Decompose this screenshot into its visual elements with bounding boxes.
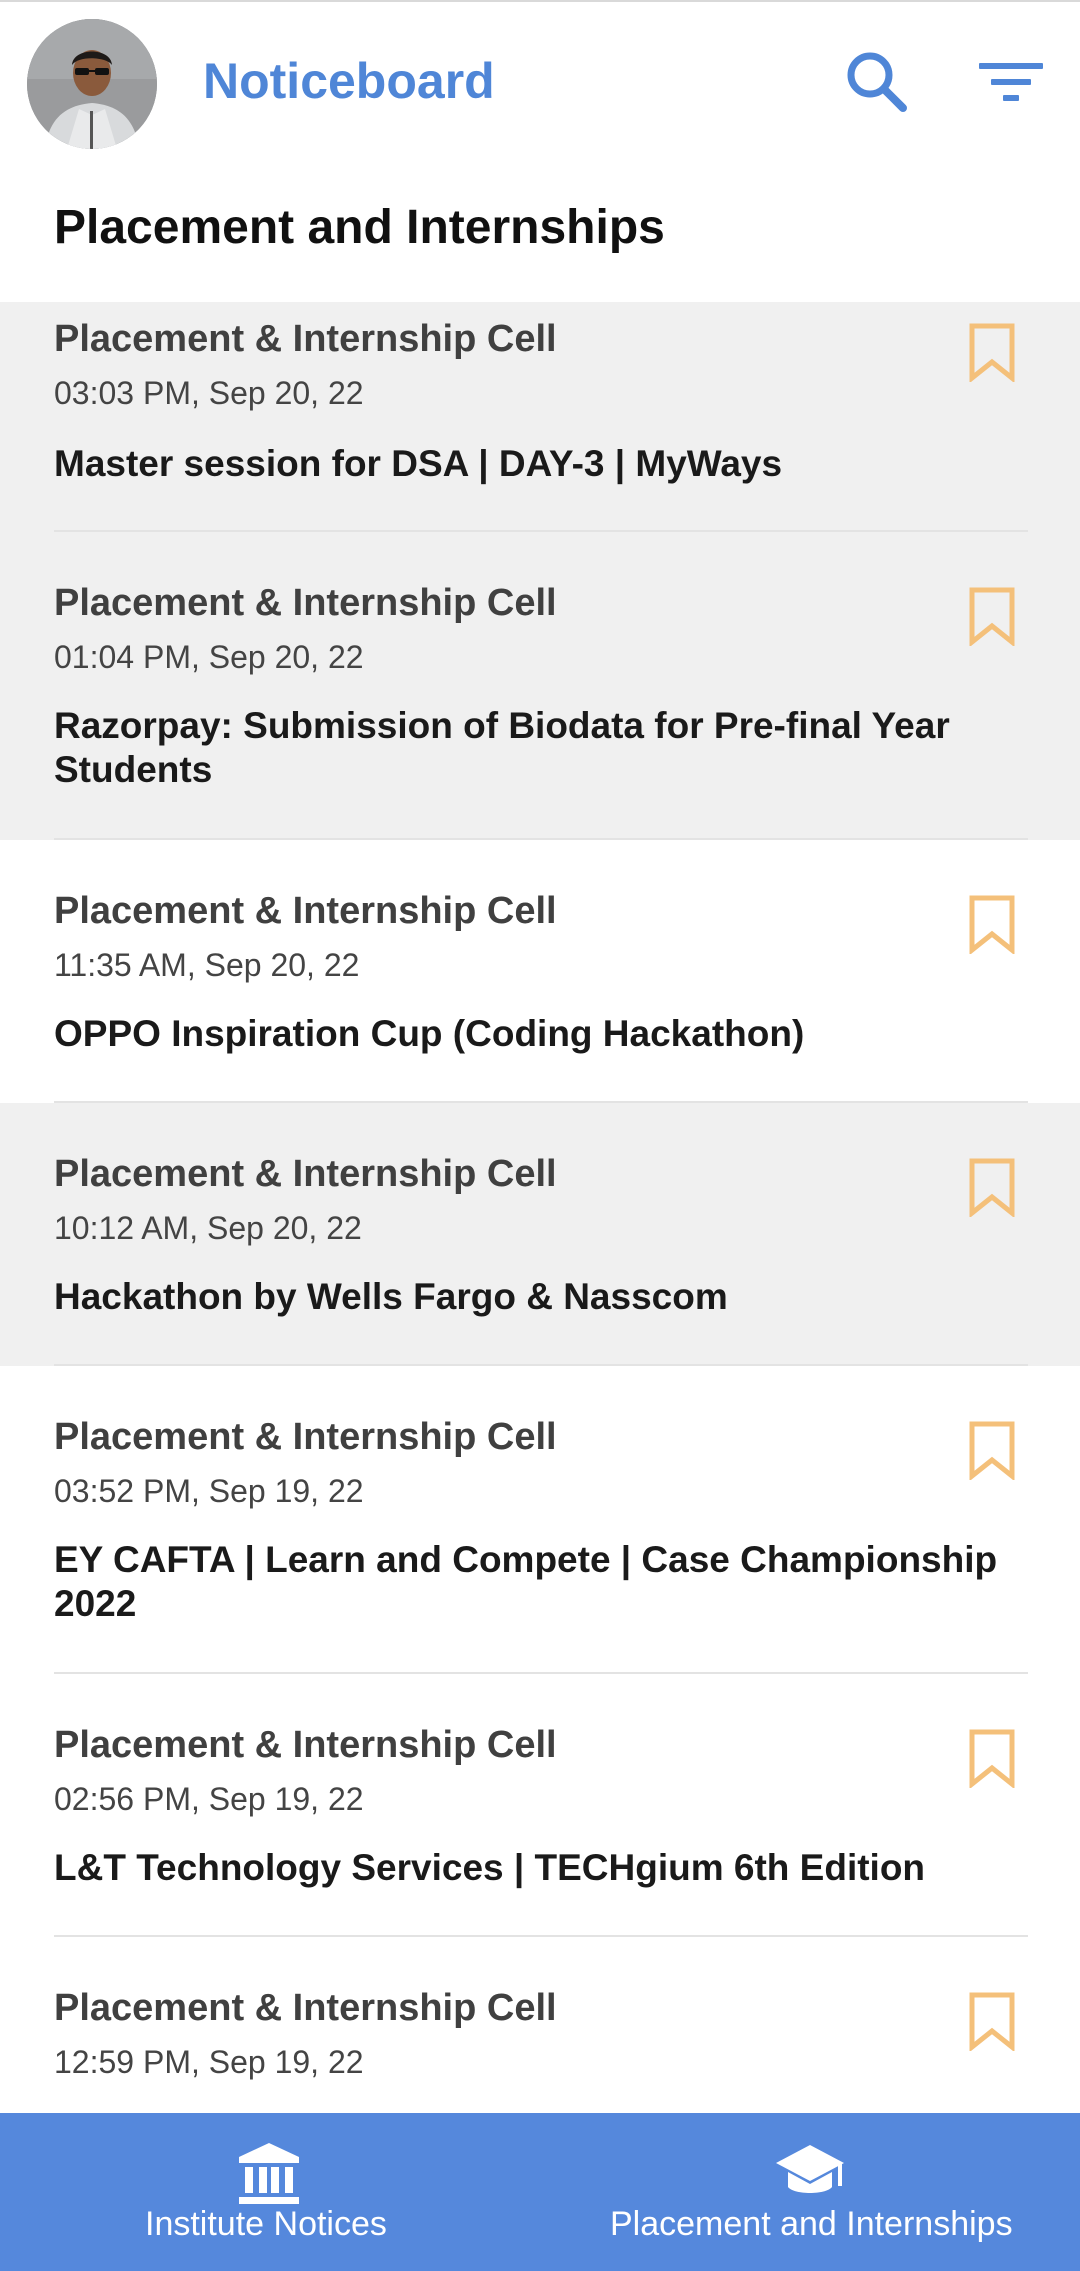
app-title: Noticeboard	[203, 53, 495, 109]
notice-source: Placement & Internship Cell	[54, 1724, 557, 1766]
notice-timestamp: 12:59 PM, Sep 19, 22	[54, 2044, 364, 2080]
notice-item[interactable]: Placement & Internship Cell 02:56 PM, Se…	[0, 1674, 1080, 1937]
notice-timestamp: 11:35 AM, Sep 20, 22	[54, 947, 360, 983]
app-bar: Noticeboard	[0, 2, 1080, 160]
notice-title: L&T Technology Services | TECHgium 6th E…	[54, 1847, 926, 1888]
notice-source: Placement & Internship Cell	[54, 582, 557, 624]
notice-timestamp: 03:52 PM, Sep 19, 22	[54, 1473, 364, 1509]
nav-placement-internships[interactable]: Placement and Internships	[540, 2113, 1080, 2271]
bookmark-icon[interactable]	[966, 1420, 1018, 1480]
notice-item[interactable]: Placement & Internship Cell 03:03 PM, Se…	[0, 302, 1080, 532]
search-icon[interactable]	[841, 46, 911, 116]
notice-source: Placement & Internship Cell	[54, 890, 557, 932]
bookmark-icon[interactable]	[966, 1991, 1018, 2051]
nav-label-institute-notices: Institute Notices	[145, 2205, 387, 2243]
notice-title: Master session for DSA | DAY-3 | MyWays	[54, 443, 783, 484]
profile-avatar[interactable]	[27, 19, 157, 149]
notice-title: OPPO Inspiration Cup (Coding Hackathon)	[54, 1013, 805, 1054]
notice-item[interactable]: Placement & Internship Cell 01:04 PM, Se…	[0, 532, 1080, 840]
notice-item[interactable]: Placement & Internship Cell 03:52 PM, Se…	[0, 1366, 1080, 1674]
notice-source: Placement & Internship Cell	[54, 1987, 557, 2029]
avatar-image	[27, 19, 157, 149]
nav-institute-notices[interactable]: Institute Notices	[0, 2113, 540, 2271]
notice-timestamp: 10:12 AM, Sep 20, 22	[54, 1210, 362, 1246]
notice-item[interactable]: Placement & Internship Cell 11:35 AM, Se…	[0, 840, 1080, 1103]
notice-source: Placement & Internship Cell	[54, 318, 557, 360]
notice-title: Hackathon by Wells Fargo & Nasscom	[54, 1276, 728, 1317]
notice-timestamp: 02:56 PM, Sep 19, 22	[54, 1781, 364, 1817]
notice-title: Razorpay: Submission of Biodata for Pre-…	[54, 705, 950, 790]
bookmark-icon[interactable]	[966, 894, 1018, 954]
nav-label-placement-internships: Placement and Internships	[610, 2205, 1013, 2243]
bookmark-icon[interactable]	[966, 586, 1018, 646]
notice-item[interactable]: Placement & Internship Cell 10:12 AM, Se…	[0, 1103, 1080, 1366]
notice-title: EY CAFTA | Learn and Compete | Case Cham…	[54, 1539, 998, 1624]
notice-source: Placement & Internship Cell	[54, 1416, 557, 1458]
institute-building-icon	[237, 2141, 301, 2205]
filter-icon[interactable]	[976, 46, 1046, 116]
graduation-cap-icon	[774, 2141, 846, 2205]
notice-source: Placement & Internship Cell	[54, 1153, 557, 1195]
notice-timestamp: 01:04 PM, Sep 20, 22	[54, 639, 364, 675]
bookmark-icon[interactable]	[966, 322, 1018, 382]
bookmark-icon[interactable]	[966, 1157, 1018, 1217]
notice-timestamp: 03:03 PM, Sep 20, 22	[54, 375, 364, 411]
bookmark-icon[interactable]	[966, 1728, 1018, 1788]
notice-item[interactable]: Placement & Internship Cell 12:59 PM, Se…	[0, 1937, 1080, 2113]
section-title: Placement and Internships	[54, 201, 665, 254]
bottom-navigation: Institute Notices Placement and Internsh…	[0, 2113, 1080, 2271]
